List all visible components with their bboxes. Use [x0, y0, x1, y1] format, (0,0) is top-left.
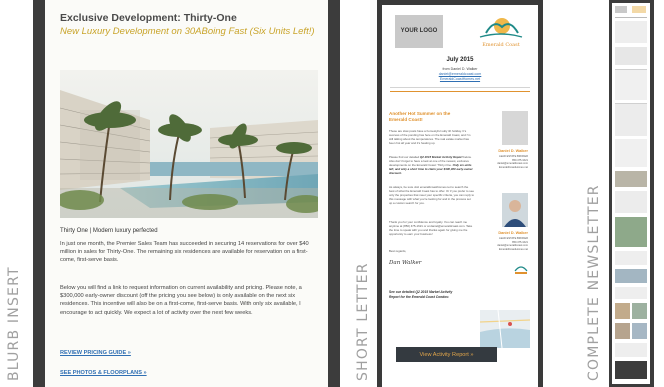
mini-text-block-5 [615, 287, 647, 299]
letter-heading: Another Hot Summer on the Emerald Coast! [389, 111, 451, 122]
agent-photo-2 [502, 193, 528, 227]
view-activity-report-button[interactable]: View Activity Report » [396, 347, 497, 362]
emerald-coast-logo: Emerald Coast [479, 18, 523, 48]
agent-info-2: LEAD ESTATE BROKER 850.475.1621 daniel@e… [497, 237, 528, 251]
mini-text-block-3 [615, 191, 647, 213]
letter-from: from Daniel D. Walker [442, 67, 478, 71]
emerald-coast-wordmark: Emerald Coast [482, 42, 520, 48]
mini-logo [615, 6, 627, 13]
letter-paragraph-1: These are slow posts have a homestyful s… [389, 129, 471, 146]
mini-photo-5 [632, 303, 647, 319]
mini-table-2 [615, 103, 647, 136]
letter-paragraph-2: Please find our detailed Q2 2015 Market … [389, 155, 473, 176]
letter-paragraph-4: Thank you for your confidence and loyalt… [389, 220, 473, 237]
mini-table-3 [615, 139, 647, 167]
mini-text-block-1 [615, 21, 647, 43]
photos-floorplans-link[interactable]: SEE PHOTOS & FLOORPLANS » [60, 370, 147, 376]
agent-info-1: LEAD ESTATE BROKER 850.475.1621 daniel@e… [497, 155, 528, 169]
letter-email[interactable]: daniel@emeraldcoast.com [382, 72, 538, 76]
agent-name-2: Daniel D. Walker [498, 231, 528, 235]
mini-divider [615, 17, 647, 18]
blurb-title: Exclusive Development: Thirty-One [60, 12, 237, 24]
letter-website[interactable]: EmeraldCoastHomes.net [382, 77, 538, 81]
letter-date: July 2015 [446, 57, 474, 63]
mini-text-block-4 [615, 251, 647, 265]
mini-footer [615, 361, 647, 379]
map-thumbnail[interactable] [480, 310, 530, 348]
divider [390, 87, 530, 88]
blurb-insert-preview[interactable]: Exclusive Development: Thirty-One New Lu… [33, 0, 340, 387]
mini-table-1 [615, 69, 647, 100]
agency-small-logo [514, 266, 528, 274]
letter-paragraph-3: As always, be sure visit emeraldcoasthom… [389, 185, 474, 206]
blurb-insert-label: BLURB INSERT [6, 266, 22, 381]
mini-text-block-2 [615, 47, 647, 65]
blurb-subtitle: New Luxury Development on 30ABoing Fast … [60, 26, 315, 37]
agent-name-1: Daniel D. Walker [498, 149, 528, 153]
mini-photo-7 [632, 323, 647, 339]
accent-divider [390, 91, 530, 92]
blurb-paragraph-1: In just one month, the Premier Sales Tea… [60, 241, 309, 264]
mini-text-block-6 [615, 343, 647, 357]
see-report-text: See our detailed Q2 2015 Market Activity… [389, 290, 453, 299]
agent-avatar-1 [502, 111, 528, 145]
mini-photo-4 [615, 303, 630, 319]
complete-newsletter-label: COMPLETE NEWSLETTER [586, 184, 602, 381]
blurb-paragraph-2: Below you will find a link to request in… [60, 285, 302, 316]
your-logo-placeholder: YOUR LOGO [395, 15, 443, 48]
short-letter-document: YOUR LOGO Emerald Coast July 2015 from D… [382, 5, 538, 387]
blurb-headline: Thirty One | Modern luxury perfected [60, 228, 158, 234]
mini-photo-3 [615, 269, 647, 283]
letter-regards: Best regards, [389, 249, 407, 253]
complete-newsletter-preview[interactable] [609, 0, 654, 387]
resort-photo [60, 70, 318, 218]
review-pricing-link[interactable]: REVIEW PRICING GUIDE » [60, 350, 131, 356]
mini-photo-6 [615, 323, 630, 339]
signature: Dan Walker [389, 260, 422, 266]
mini-brand-logo [632, 6, 646, 13]
mini-photo-1 [615, 171, 647, 187]
complete-newsletter-document [612, 3, 650, 384]
short-letter-label: SHORT LETTER [355, 262, 371, 381]
blurb-document: Exclusive Development: Thirty-One New Lu… [45, 0, 328, 387]
short-letter-preview[interactable]: YOUR LOGO Emerald Coast July 2015 from D… [377, 0, 543, 387]
mini-photo-2 [615, 217, 647, 247]
